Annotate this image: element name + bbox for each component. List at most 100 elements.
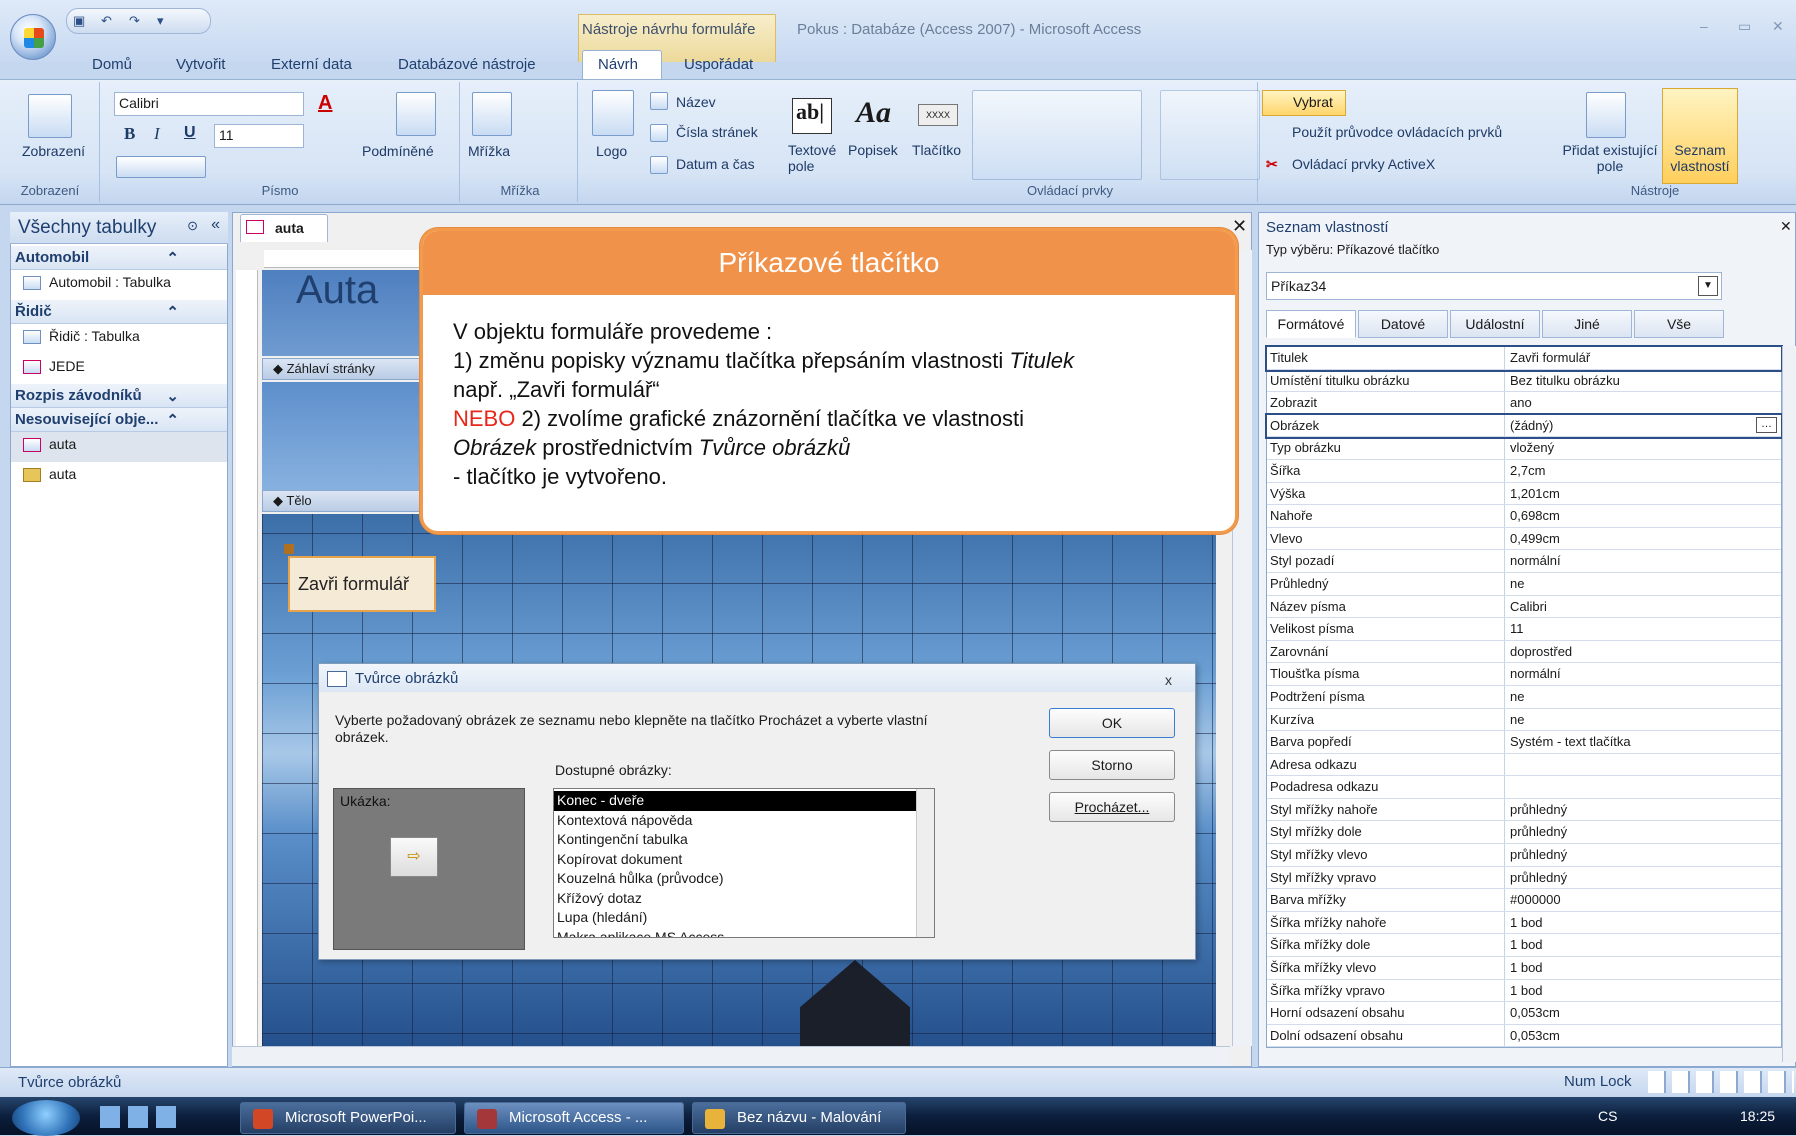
property-value[interactable]: 1,201cm [1505, 483, 1781, 505]
nav-section-rozpis[interactable]: Rozpis závodníků ⌄ [11, 384, 227, 408]
property-value[interactable]: (žádný) [1505, 415, 1756, 437]
ok-button[interactable]: OK [1049, 708, 1175, 738]
property-value[interactable]: ne [1505, 709, 1781, 731]
title-button[interactable]: Název [676, 94, 716, 110]
nav-item-jede[interactable]: JEDE [11, 354, 227, 384]
tab-jine[interactable]: Jiné [1542, 310, 1632, 338]
cancel-button[interactable]: Storno [1049, 750, 1175, 780]
redo-icon[interactable]: ↷ [129, 13, 145, 29]
property-value[interactable]: normální [1505, 550, 1781, 572]
property-row[interactable]: Šířka mřížky vlevo 1 bod [1267, 957, 1781, 980]
property-row[interactable]: Barva mřížky #000000 [1267, 889, 1781, 912]
underline-button[interactable]: U [184, 124, 196, 142]
italic-button[interactable]: I [154, 124, 160, 144]
property-row[interactable]: Titulek Zavři formulář [1265, 345, 1783, 372]
available-images-list[interactable]: Konec - dveře Kontextová nápověda Kontin… [553, 788, 935, 938]
property-row[interactable]: Umístění titulku obrázku Bez titulku obrá… [1267, 369, 1781, 393]
property-value[interactable]: Systém - text tlačítka [1505, 731, 1781, 753]
collapse-icon[interactable]: « [211, 216, 220, 234]
font-color-button[interactable]: A [318, 92, 332, 115]
nav-section-nesouvisejici[interactable]: Nesouvisející obje... ⌃ [11, 408, 227, 432]
clock[interactable]: 18:25 [1740, 1108, 1775, 1124]
property-value[interactable]: ne [1505, 686, 1781, 708]
property-row[interactable]: Styl mřížky vpravo průhledný [1267, 866, 1781, 890]
logo-icon[interactable] [592, 90, 634, 136]
property-row[interactable]: Průhledný ne [1267, 572, 1781, 596]
view-button[interactable]: Zobrazení [22, 143, 85, 159]
nav-item-automobil-tabulka[interactable]: Automobil : Tabulka [11, 270, 227, 300]
list-item[interactable]: Kouzelná hůlka (průvodce) [554, 869, 934, 889]
property-value[interactable] [1505, 776, 1781, 798]
conditional-format-button[interactable]: Podmíněné [362, 143, 434, 159]
property-row[interactable]: Podtržení písma ne [1267, 685, 1781, 709]
object-dropdown-icon[interactable]: ▼ [1698, 276, 1718, 296]
customize-icon[interactable]: ▾ [157, 13, 173, 29]
property-row[interactable]: Barva popředí Systém - text tlačítka [1267, 731, 1781, 754]
use-wizards-button[interactable]: Použít průvodce ovládacích prvků [1292, 124, 1502, 140]
maximize-button[interactable]: ▭ [1738, 18, 1751, 35]
property-value[interactable]: Zavři formulář [1505, 347, 1781, 369]
chevron-down-icon[interactable]: ⊙ [187, 218, 198, 234]
form-heading-label[interactable]: Auta [296, 268, 378, 313]
nav-section-automobil[interactable]: Automobil ⌃ [11, 246, 227, 270]
property-value[interactable]: ano [1505, 392, 1781, 414]
undo-icon[interactable]: ↶ [101, 13, 117, 29]
property-row[interactable]: Adresa odkazu [1267, 753, 1781, 777]
property-value[interactable]: 11 [1505, 618, 1781, 640]
nav-item-auta-form[interactable]: auta [11, 432, 227, 462]
conditional-format-icon[interactable] [396, 92, 436, 136]
list-item[interactable]: Kontextová nápověda [554, 811, 934, 831]
view-switcher[interactable] [1648, 1071, 1794, 1093]
property-row[interactable]: Zarovnání doprostřed [1267, 640, 1781, 664]
tab-usporadat[interactable]: Uspořádat [684, 56, 753, 73]
list-item[interactable]: Lupa (hledání) [554, 908, 934, 928]
property-value[interactable]: Bez titulku obrázku [1505, 370, 1781, 392]
list-item[interactable]: Kontingenční tabulka [554, 830, 934, 850]
property-row[interactable]: Styl mřížky nahoře průhledný [1267, 798, 1781, 822]
gridlines-icon[interactable] [472, 92, 512, 136]
property-value[interactable]: 0,053cm [1505, 1025, 1781, 1047]
property-row[interactable]: Styl mřížky dole průhledný [1267, 821, 1781, 845]
property-value[interactable]: 0,499cm [1505, 528, 1781, 550]
property-value[interactable]: 0,053cm [1505, 1002, 1781, 1024]
property-value[interactable] [1505, 754, 1781, 776]
page-numbers-button[interactable]: Čísla stránek [676, 124, 758, 140]
property-row[interactable]: Tloušťka písma normální [1267, 663, 1781, 686]
bold-button[interactable]: B [124, 124, 135, 144]
browse-button[interactable]: Procházet... [1049, 792, 1175, 822]
property-row[interactable]: Podadresa odkazu [1267, 776, 1781, 799]
command-button-tool[interactable]: Tlačítko [912, 142, 961, 158]
office-button[interactable] [10, 14, 56, 60]
property-value[interactable]: průhledný [1505, 799, 1781, 821]
nav-section-ridic[interactable]: Řidič ⌃ [11, 300, 227, 324]
property-row[interactable]: Obrázek (žádný)… [1265, 412, 1783, 440]
property-row[interactable]: Šířka mřížky vpravo 1 bod [1267, 979, 1781, 1003]
object-selector[interactable]: Příkaz34 [1266, 272, 1722, 300]
list-item[interactable]: Makra aplikace MS Access [554, 928, 934, 938]
tab-externi-data[interactable]: Externí data [271, 56, 352, 73]
gridlines-button[interactable]: Mřížka [468, 143, 510, 159]
tab-vse[interactable]: Vše [1634, 310, 1724, 338]
add-existing-fields-button[interactable]: Přidat existující pole [1560, 142, 1660, 174]
property-value[interactable]: 1 bod [1505, 934, 1781, 956]
nav-header[interactable]: Všechny tabulky ⊙ « [10, 212, 228, 244]
property-value[interactable]: 1 bod [1505, 957, 1781, 979]
minimize-button[interactable]: – [1700, 18, 1708, 34]
property-value[interactable]: vložený [1505, 437, 1781, 459]
close-form-command-button[interactable]: Zavři formulář [288, 556, 436, 612]
task-powerpoint[interactable]: Microsoft PowerPoi... [240, 1102, 456, 1134]
property-value[interactable]: průhledný [1505, 821, 1781, 843]
property-row[interactable]: Styl mřížky vlevo průhledný [1267, 844, 1781, 867]
tab-navrh[interactable]: Návrh [598, 56, 638, 73]
property-row[interactable]: Šířka mřížky dole 1 bod [1267, 934, 1781, 958]
nav-item-auta-report[interactable]: auta [11, 462, 227, 492]
property-row[interactable]: Zobrazit ano [1267, 392, 1781, 415]
horizontal-scrollbar[interactable] [232, 1046, 1230, 1066]
property-row[interactable]: Typ obrázku vložený [1267, 437, 1781, 460]
button-icon[interactable]: XXXX [918, 104, 958, 126]
label-button[interactable]: Popisek [848, 142, 898, 158]
save-icon[interactable]: ▣ [73, 13, 89, 29]
property-row[interactable]: Kurzíva ne [1267, 708, 1781, 732]
view-icon[interactable] [28, 94, 72, 138]
move-handle[interactable] [284, 544, 294, 554]
